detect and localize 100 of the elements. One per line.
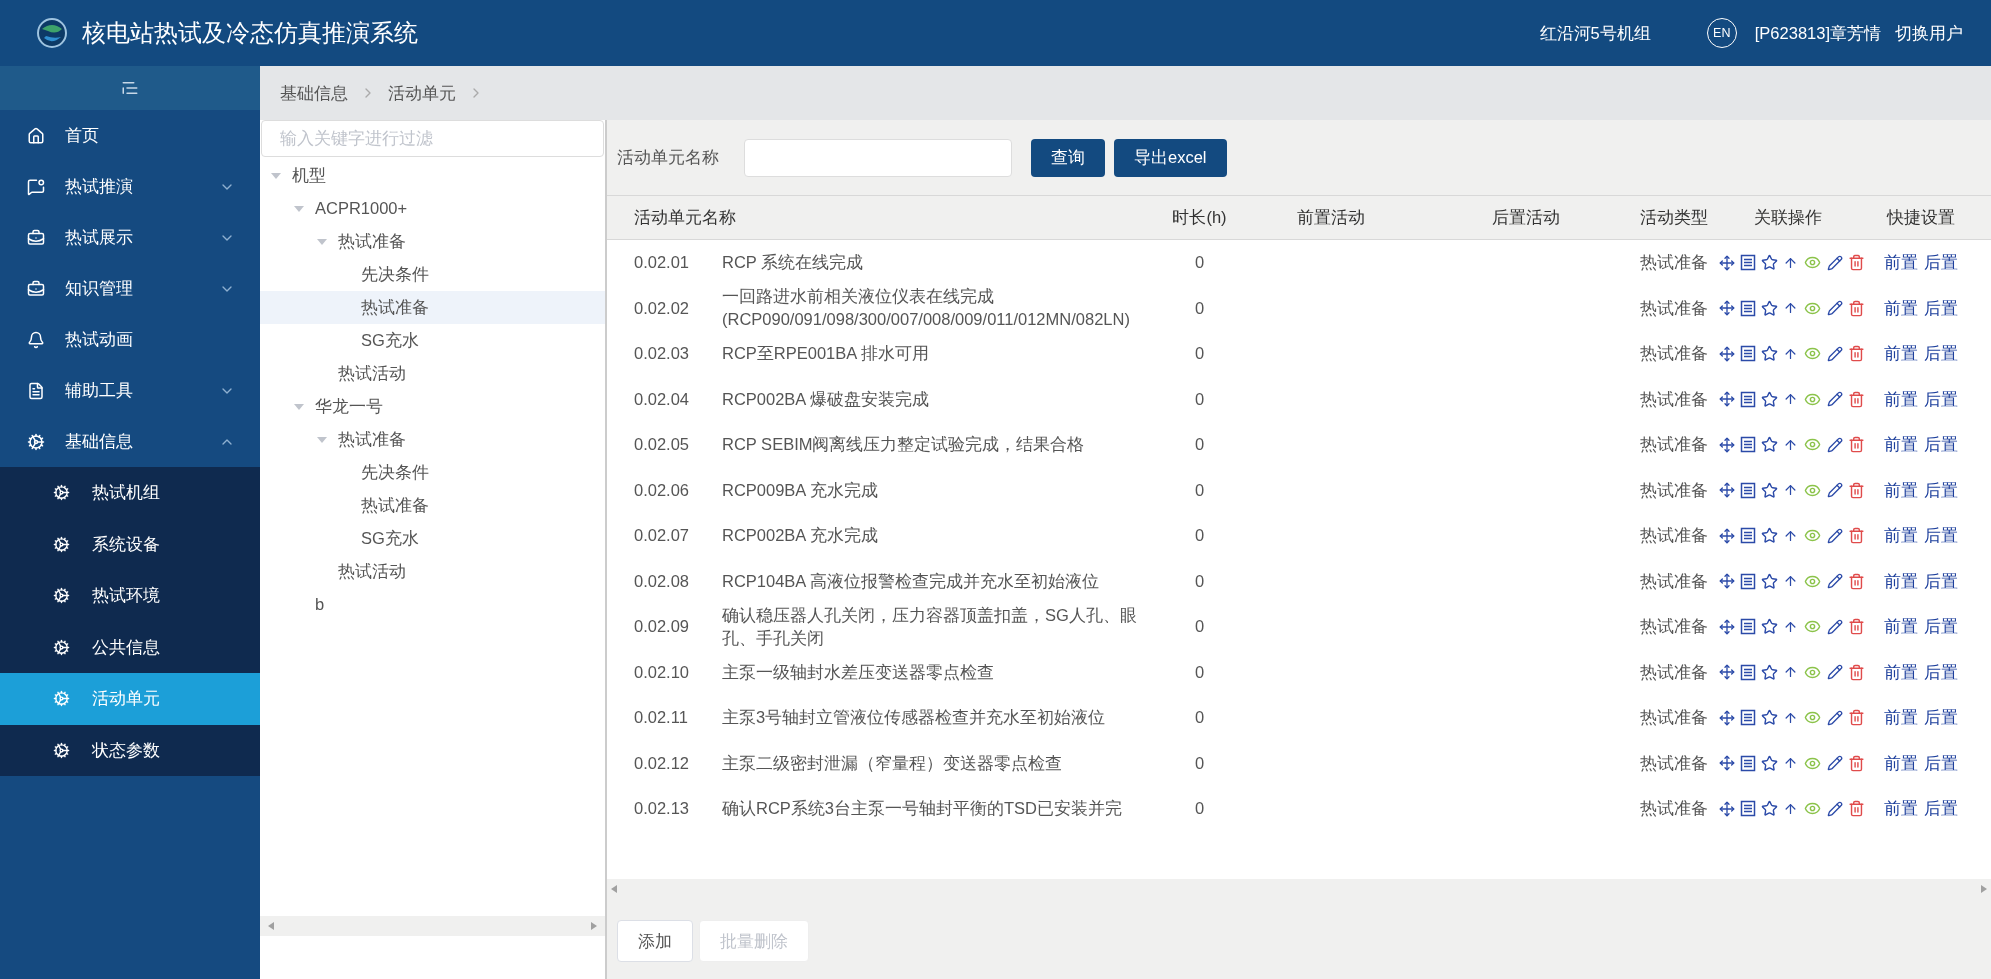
pencil-icon[interactable]: [1827, 482, 1843, 499]
move-icon[interactable]: [1719, 709, 1735, 726]
sidebar-subitem[interactable]: 公共信息: [0, 621, 260, 673]
quick-link[interactable]: 后置: [1924, 295, 1958, 321]
list-icon[interactable]: [1740, 436, 1756, 454]
quick-link[interactable]: 后置: [1924, 386, 1958, 412]
tree-node[interactable]: SG充水: [260, 324, 605, 357]
quick-link[interactable]: 前置: [1884, 750, 1918, 776]
move-icon[interactable]: [1719, 254, 1735, 271]
star-icon[interactable]: [1761, 754, 1778, 772]
tree-node[interactable]: ACPR1000+: [260, 192, 605, 225]
quick-link[interactable]: 前置: [1884, 568, 1918, 594]
list-icon[interactable]: [1740, 299, 1756, 317]
move-icon[interactable]: [1719, 573, 1735, 590]
collapse-menu-icon[interactable]: [121, 79, 139, 97]
list-icon[interactable]: [1740, 663, 1756, 681]
star-icon[interactable]: [1761, 527, 1778, 545]
trash-icon[interactable]: [1848, 527, 1865, 545]
trash-icon[interactable]: [1848, 481, 1865, 499]
pencil-icon[interactable]: [1827, 345, 1843, 362]
trash-icon[interactable]: [1848, 709, 1865, 727]
tree-node[interactable]: SG充水: [260, 522, 605, 555]
quick-link[interactable]: 后置: [1924, 705, 1958, 731]
sidebar-subitem[interactable]: 热试环境: [0, 570, 260, 622]
action-button[interactable]: 添加: [617, 920, 693, 962]
tree-node[interactable]: 机型: [260, 159, 605, 192]
pencil-icon[interactable]: [1827, 664, 1843, 681]
tree-node[interactable]: 热试活动: [260, 555, 605, 588]
quick-link[interactable]: 后置: [1924, 659, 1958, 685]
move-icon[interactable]: [1719, 436, 1735, 453]
quick-link[interactable]: 前置: [1884, 295, 1918, 321]
trash-icon[interactable]: [1848, 299, 1865, 317]
quick-link[interactable]: 后置: [1924, 523, 1958, 549]
star-icon[interactable]: [1761, 390, 1778, 408]
export-button[interactable]: 导出excel: [1114, 138, 1227, 177]
quick-link[interactable]: 后置: [1924, 477, 1958, 503]
sidebar-subitem[interactable]: 状态参数: [0, 724, 260, 776]
trash-icon[interactable]: [1848, 390, 1865, 408]
tree-node[interactable]: 先决条件: [260, 258, 605, 291]
pencil-icon[interactable]: [1827, 800, 1843, 817]
pencil-icon[interactable]: [1827, 573, 1843, 590]
quick-link[interactable]: 后置: [1924, 432, 1958, 458]
star-icon[interactable]: [1761, 800, 1778, 818]
list-icon[interactable]: [1740, 572, 1756, 590]
tree-node[interactable]: b: [260, 588, 605, 621]
star-icon[interactable]: [1761, 345, 1778, 363]
tree-node[interactable]: 先决条件: [260, 456, 605, 489]
pencil-icon[interactable]: [1827, 254, 1843, 271]
star-icon[interactable]: [1761, 663, 1778, 681]
tree-node[interactable]: 热试准备: [260, 489, 605, 522]
trash-icon[interactable]: [1848, 800, 1865, 818]
quick-link[interactable]: 后置: [1924, 750, 1958, 776]
move-icon[interactable]: [1719, 664, 1735, 681]
trash-icon[interactable]: [1848, 345, 1865, 363]
trash-icon[interactable]: [1848, 663, 1865, 681]
star-icon[interactable]: [1761, 618, 1778, 636]
star-icon[interactable]: [1761, 299, 1778, 317]
list-icon[interactable]: [1740, 618, 1756, 636]
tree-node[interactable]: 热试活动: [260, 357, 605, 390]
quick-link[interactable]: 前置: [1884, 796, 1918, 822]
tree-node[interactable]: 热试准备: [260, 225, 605, 258]
pencil-icon[interactable]: [1827, 755, 1843, 772]
quick-link[interactable]: 前置: [1884, 250, 1918, 276]
pencil-icon[interactable]: [1827, 527, 1843, 544]
list-icon[interactable]: [1740, 527, 1756, 545]
trash-icon[interactable]: [1848, 572, 1865, 590]
list-icon[interactable]: [1740, 254, 1756, 272]
move-icon[interactable]: [1719, 527, 1735, 544]
quick-link[interactable]: 后置: [1924, 568, 1958, 594]
pencil-icon[interactable]: [1827, 618, 1843, 635]
switch-user-link[interactable]: 切换用户: [1895, 20, 1963, 46]
pencil-icon[interactable]: [1827, 300, 1843, 317]
move-icon[interactable]: [1719, 482, 1735, 499]
sidebar-item[interactable]: 知识管理: [0, 263, 260, 314]
move-icon[interactable]: [1719, 345, 1735, 362]
trash-icon[interactable]: [1848, 754, 1865, 772]
sidebar-item[interactable]: 辅助工具: [0, 365, 260, 416]
query-button[interactable]: 查询: [1031, 138, 1105, 177]
sidebar-subitem[interactable]: 系统设备: [0, 518, 260, 570]
list-icon[interactable]: [1740, 390, 1756, 408]
trash-icon[interactable]: [1848, 254, 1865, 272]
quick-link[interactable]: 后置: [1924, 250, 1958, 276]
quick-link[interactable]: 前置: [1884, 432, 1918, 458]
tree-node[interactable]: 热试准备: [260, 291, 605, 324]
tree-node[interactable]: 热试准备: [260, 423, 605, 456]
list-icon[interactable]: [1740, 709, 1756, 727]
move-icon[interactable]: [1719, 391, 1735, 408]
sidebar-item[interactable]: 热试动画: [0, 314, 260, 365]
pencil-icon[interactable]: [1827, 709, 1843, 726]
quick-link[interactable]: 前置: [1884, 705, 1918, 731]
trash-icon[interactable]: [1848, 618, 1865, 636]
list-icon[interactable]: [1740, 800, 1756, 818]
star-icon[interactable]: [1761, 481, 1778, 499]
quick-link[interactable]: 前置: [1884, 477, 1918, 503]
list-icon[interactable]: [1740, 754, 1756, 772]
sidebar-item[interactable]: 热试推演: [0, 161, 260, 212]
list-icon[interactable]: [1740, 345, 1756, 363]
sidebar-item[interactable]: 首页: [0, 110, 260, 161]
sidebar-item[interactable]: 热试展示: [0, 212, 260, 263]
quick-link[interactable]: 后置: [1924, 796, 1958, 822]
